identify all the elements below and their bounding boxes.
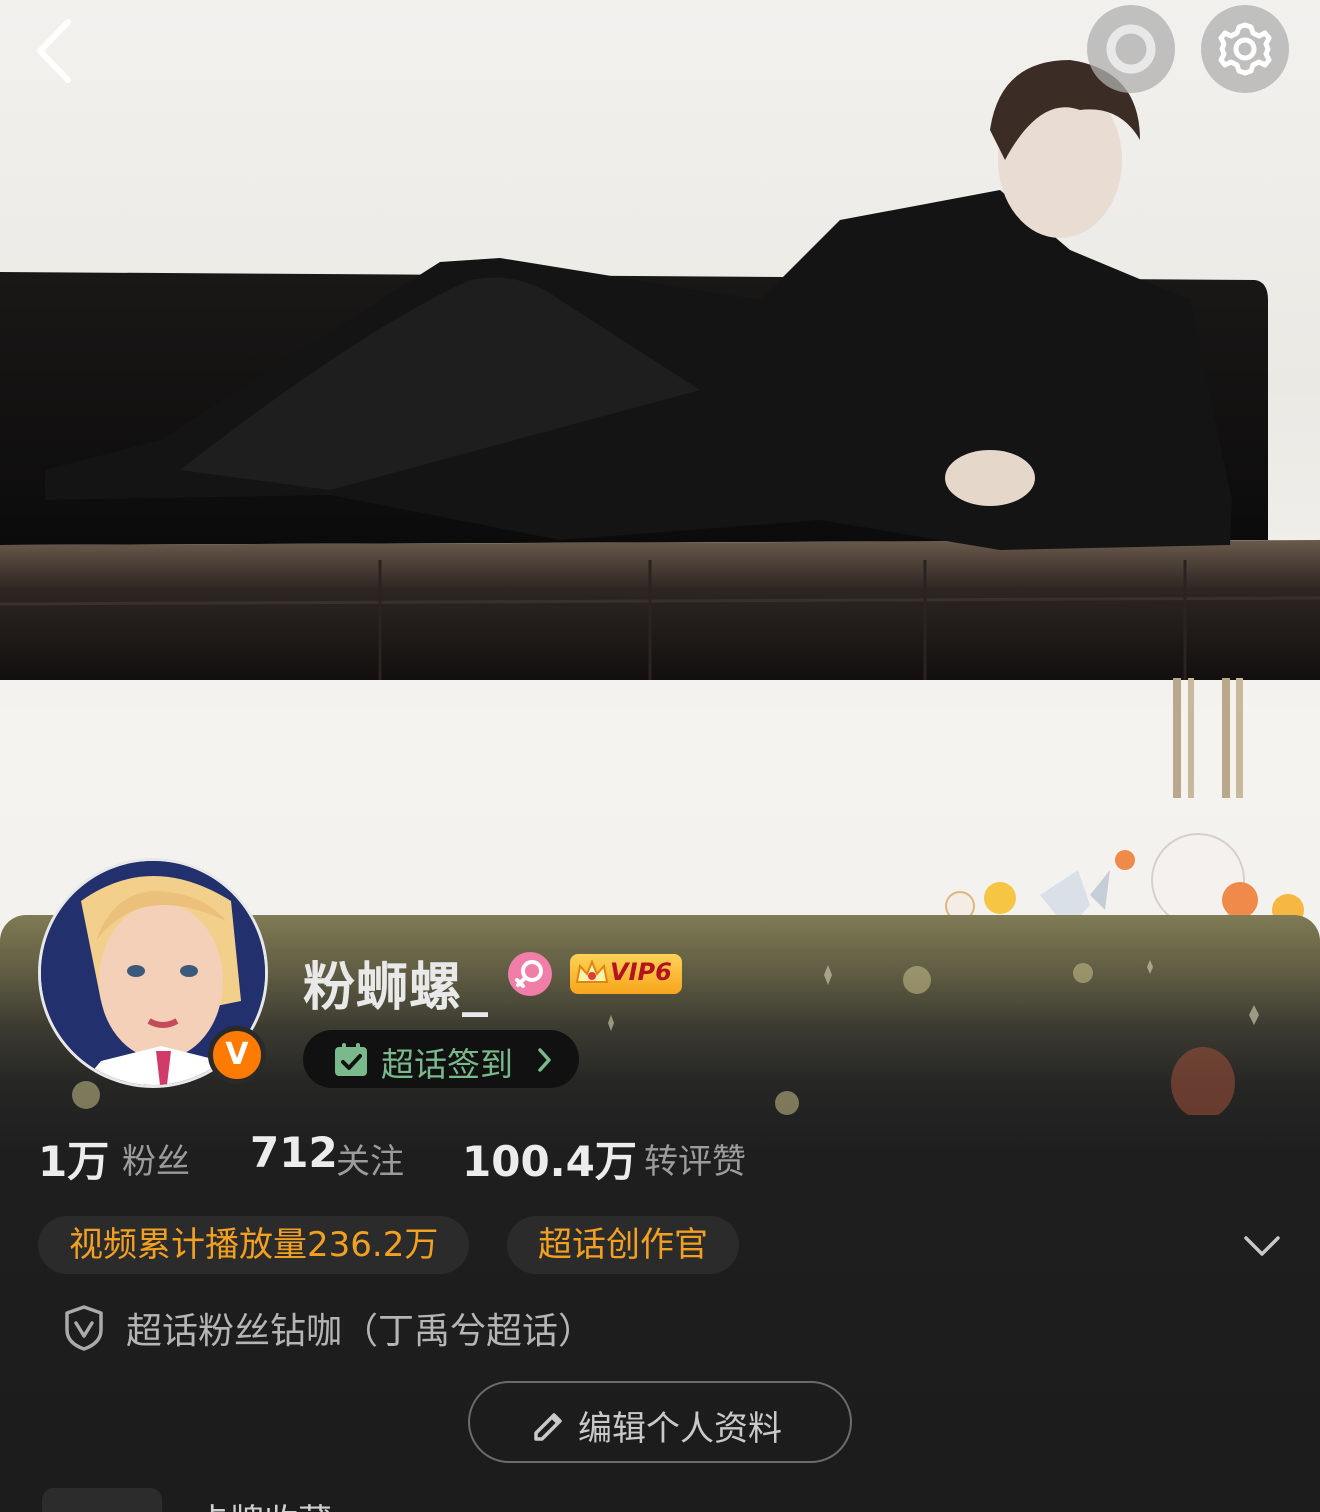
pulse-circle-icon [1106,24,1156,74]
edit-profile-button[interactable]: 编辑个人资料 [468,1381,852,1463]
profile-page: V 粉蛳螺_ VIP6 超话签到 1万 粉丝 712 关注 100.4万 转评赞… [0,0,1320,1512]
expand-button[interactable] [1240,1228,1284,1264]
membership-text: 超话粉丝钻咖（丁禹兮超话） [126,1311,595,1352]
crown-icon [575,959,609,983]
shield-icon [65,1305,103,1351]
gender-badge [508,952,552,996]
checkin-label: 超话签到 [381,1045,513,1084]
cover-illustration [0,60,1320,930]
edit-profile-label: 编辑个人资料 [578,1409,782,1449]
stat-value: 1万 [38,1137,110,1186]
verified-badge: V [208,1026,266,1084]
pulse-button[interactable] [1087,5,1175,93]
female-icon [515,960,543,988]
back-button[interactable] [28,16,88,86]
cover-photo[interactable] [0,0,1320,960]
chevron-left-icon [37,19,71,83]
vip-badge[interactable]: VIP6 [570,954,682,994]
tag-creator[interactable]: 超话创作官 [507,1216,739,1274]
avatar[interactable]: V [38,858,268,1088]
stat-label: 粉丝 [122,1142,190,1182]
gear-icon [1218,22,1272,76]
stat-label: 关注 [336,1142,404,1182]
pencil-icon [534,1413,562,1441]
chevron-right-icon [538,1048,551,1072]
stat-value: 100.4万 [462,1137,637,1186]
username: 粉蛳螺_ [303,958,490,1018]
settings-button[interactable] [1201,5,1289,93]
stat-label: 转评赞 [644,1142,746,1182]
calendar-check-icon [335,1043,367,1076]
stat-value: 712 [250,1128,338,1177]
bottom-thumbnail[interactable] [42,1488,162,1512]
card-collection-label[interactable]: 卡牌收藏 [196,1494,332,1512]
vip-label: VIP6 [610,958,672,986]
chevron-down-icon [1244,1236,1280,1256]
tag-video-plays[interactable]: 视频累计播放量236.2万 [38,1216,470,1274]
checkin-button[interactable]: 超话签到 [303,1030,579,1088]
